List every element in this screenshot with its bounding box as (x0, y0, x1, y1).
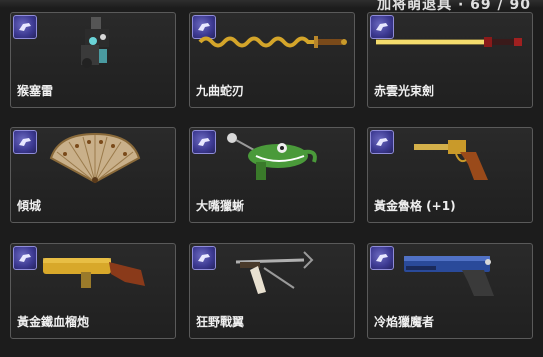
serpent-sword-icon (198, 36, 347, 48)
weapon-type-badge (370, 130, 394, 154)
weapon-card-3[interactable]: 傾城 (10, 127, 176, 223)
feather-fan-icon (49, 132, 141, 184)
beam-sword-icon (376, 37, 522, 47)
weapon-card-6[interactable]: 黃金鐵血榴炮 (10, 243, 176, 339)
weapon-name: 猴塞雷 (17, 84, 54, 98)
weapon-type-badge (13, 246, 37, 270)
weapon-type-badge (192, 246, 216, 270)
weapon-type-badge (13, 15, 37, 39)
weapon-type-badge (13, 130, 37, 154)
weapon-name: 黃金鐵血榴炮 (17, 315, 90, 329)
weapon-card-2[interactable]: 赤雲光束劍 (367, 12, 533, 108)
weapon-grid: 猴塞雷 九曲蛇刃 赤雲光束劍 傾城 大嘴獵蜥 黃金魯格 (+1) 黃金鐵血榴炮 … (0, 0, 543, 357)
weapon-type-badge (370, 246, 394, 270)
weapon-card-7[interactable]: 狂野戰翼 (189, 243, 355, 339)
weapon-name: 赤雲光束劍 (374, 84, 435, 98)
weapon-card-8[interactable]: 冷焰獵魔者 (367, 243, 533, 339)
weapon-name: 九曲蛇刃 (196, 84, 245, 98)
lizard-gun-icon (227, 133, 317, 180)
weapon-name: 冷焰獵魔者 (374, 315, 435, 329)
blue-pistol-icon (404, 256, 494, 296)
weapon-name: 狂野戰翼 (196, 315, 245, 329)
weapon-card-5[interactable]: 黃金魯格 (+1) (367, 127, 533, 223)
weapon-name: 黃金魯格 (+1) (374, 199, 456, 213)
weapon-card-0[interactable]: 猴塞雷 (10, 12, 176, 108)
weapon-name: 傾城 (17, 199, 42, 213)
wild-pistol-icon (235, 251, 314, 294)
weapon-card-1[interactable]: 九曲蛇刃 (189, 12, 355, 108)
weapon-name: 大嘴獵蜥 (196, 199, 245, 213)
weapon-type-badge (192, 130, 216, 154)
grenade-launcher-icon (43, 258, 145, 288)
weapon-card-4[interactable]: 大嘴獵蜥 (189, 127, 355, 223)
golden-luger-icon (414, 140, 488, 180)
gatling-gun-icon (81, 17, 109, 68)
